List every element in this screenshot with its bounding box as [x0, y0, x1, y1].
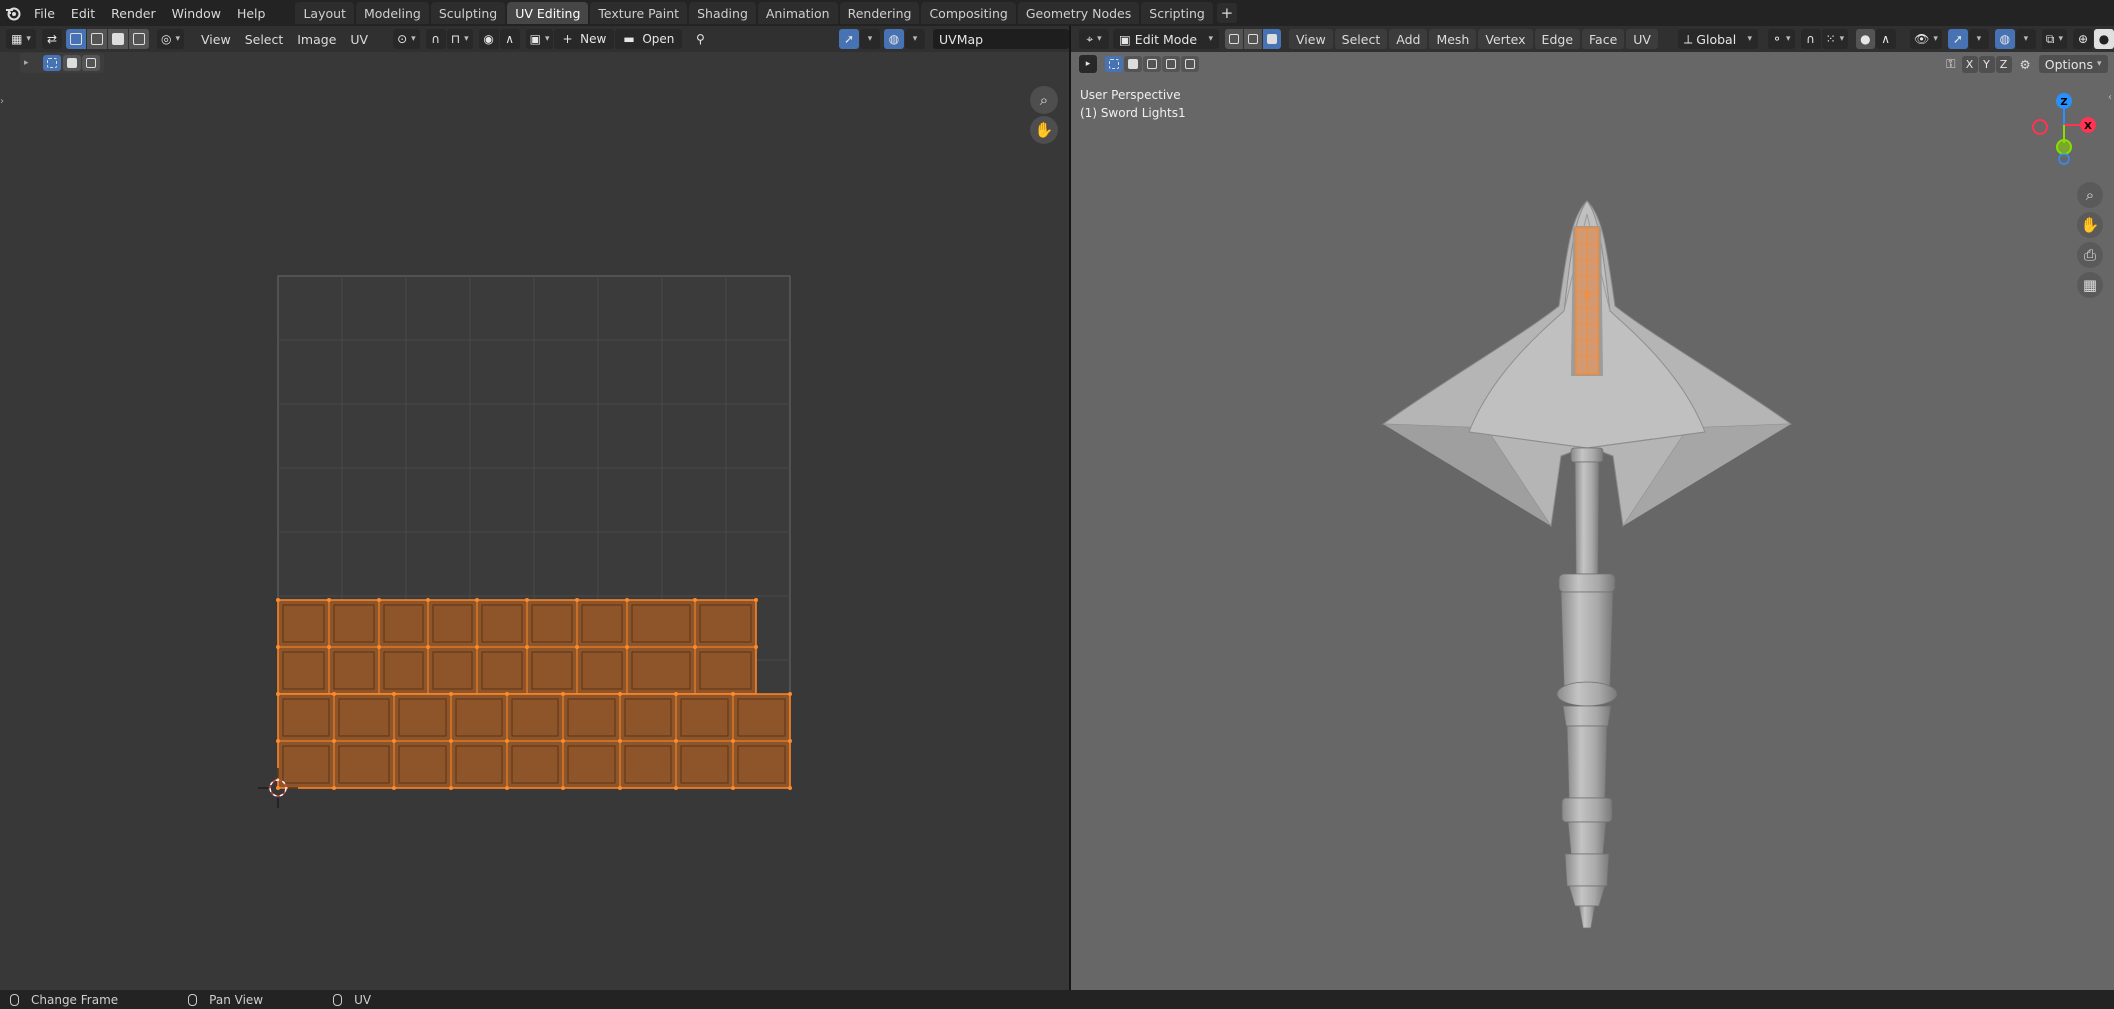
options-dropdown[interactable]: Options ▾: [2038, 55, 2108, 73]
uv-canvas[interactable]: [0, 26, 1069, 990]
viewport-menu-view[interactable]: View: [1289, 29, 1333, 49]
perspective-label: User Perspective: [1080, 88, 1181, 102]
gizmo-neg-z-icon[interactable]: [2058, 153, 2070, 165]
sidebar-toggle-icon[interactable]: ‹: [2108, 92, 2112, 103]
gizmo-neg-x-icon[interactable]: [2032, 119, 2048, 135]
uv-editor: ▦ ▾ ⇄ ◎ ▾ View Select Image UV ⊙ ▾ ∩ ⊓ ▾ ◉ ∧…: [0, 26, 1069, 990]
menu-render[interactable]: Render: [103, 2, 164, 24]
viewport-tool-options: ▸: [1079, 54, 1199, 74]
viewport-select-intersect-icon[interactable]: [1181, 56, 1199, 72]
viewport-hand-icon[interactable]: ✋: [2077, 212, 2103, 238]
tab-animation[interactable]: Animation: [757, 2, 838, 24]
transform-orientation-dropdown[interactable]: ⟂ Global ▾: [1677, 29, 1758, 49]
viewport-menu-mesh[interactable]: Mesh: [1429, 29, 1477, 49]
mirror-x-toggle[interactable]: X: [1961, 55, 1978, 73]
top-bar: File Edit Render Window Help Layout Mode…: [0, 0, 2114, 26]
orientation-label: Global: [1696, 31, 1737, 47]
viewport-select-invert-icon[interactable]: [1162, 56, 1180, 72]
menu-help[interactable]: Help: [229, 2, 274, 24]
status-item-uv: UV: [323, 993, 371, 1007]
snap-increment-icon[interactable]: ⁙ ▾: [1821, 29, 1849, 49]
viewport-gizmo-dropdown-icon[interactable]: ▾: [1968, 29, 1989, 49]
status-label-pan-view: Pan View: [209, 992, 264, 1007]
viewport-expand-icon[interactable]: ▸: [1079, 55, 1097, 73]
status-label-change-frame: Change Frame: [31, 992, 119, 1007]
object-label: (1) Sword Lights1: [1080, 106, 1186, 120]
xray-icon[interactable]: ⧉ ▾: [2041, 29, 2067, 49]
status-label-uv: UV: [354, 992, 372, 1007]
mouse-right-icon: [333, 993, 343, 1006]
gizmo-z-label: Z: [2060, 97, 2067, 108]
gizmo-x-label: X: [2084, 121, 2092, 132]
mode-dropdown[interactable]: ▣ Edit Mode ▾: [1113, 29, 1219, 49]
visibility-icon[interactable]: 👁 ▾: [1910, 29, 1942, 49]
mirror-z-toggle[interactable]: Z: [1995, 55, 2012, 73]
mouse-middle-icon: [188, 993, 198, 1006]
mouse-left-icon: [10, 993, 19, 1006]
viewport-header: ⌖ ▾ ▣ Edit Mode ▾ View Select Add Mesh Ver…: [1071, 26, 2114, 52]
tab-texture-paint[interactable]: Texture Paint: [590, 2, 688, 24]
tab-uv-editing[interactable]: UV Editing: [507, 2, 589, 24]
viewport-snap-icon[interactable]: ∩: [1800, 29, 1821, 49]
tab-shading[interactable]: Shading: [689, 2, 756, 24]
sword-handle: [1556, 447, 1618, 929]
tab-rendering[interactable]: Rendering: [839, 2, 920, 24]
menu-edit[interactable]: Edit: [63, 2, 103, 24]
blade-light-selected[interactable]: [1575, 227, 1599, 375]
viewport-falloff-icon[interactable]: ∧: [1875, 29, 1896, 49]
status-item-pan-view: Pan View: [178, 993, 263, 1007]
mirror-axes: ⚿ X Y Z ⚙ Options ▾: [1946, 55, 2108, 73]
tab-sculpting[interactable]: Sculpting: [430, 2, 506, 24]
mirror-y-toggle[interactable]: Y: [1978, 55, 1995, 73]
edge-mode-icon[interactable]: [1244, 29, 1262, 49]
viewport-select-subtract-icon[interactable]: [1143, 56, 1161, 72]
mesh-select-mode-group: [1225, 29, 1281, 49]
viewport-editor-type-icon[interactable]: ⌖ ▾: [1079, 29, 1109, 49]
3d-viewport: ⌖ ▾ ▣ Edit Mode ▾ View Select Add Mesh Ver…: [1071, 26, 2114, 990]
options-label: Options: [2044, 56, 2093, 72]
viewport-menu-vertex[interactable]: Vertex: [1478, 29, 1533, 49]
navigation-gizmo[interactable]: Z X: [2022, 87, 2114, 187]
status-item-change-frame: Change Frame: [0, 993, 118, 1007]
wireframe-shading-icon[interactable]: ⊕: [2073, 29, 2093, 49]
uv-island-bottom[interactable]: [277, 693, 791, 789]
viewport-overlay-icon[interactable]: ◍: [1994, 29, 2015, 49]
tab-scripting[interactable]: Scripting: [1141, 2, 1213, 24]
add-workspace-button[interactable]: +: [1216, 3, 1237, 23]
area-divider[interactable]: [1069, 26, 1071, 990]
pivot-point-icon[interactable]: ⚬ ▾: [1767, 29, 1795, 49]
face-mode-icon[interactable]: [1263, 29, 1281, 49]
viewport-select-box-icon[interactable]: [1105, 56, 1123, 72]
workspace-tabs: Layout Modeling Sculpting UV Editing Tex…: [295, 0, 1237, 26]
tab-compositing[interactable]: Compositing: [921, 2, 1016, 24]
status-bar: Change Frame Pan View UV: [0, 990, 2114, 1009]
viewport-menu-select[interactable]: Select: [1334, 29, 1388, 49]
tab-layout[interactable]: Layout: [295, 2, 354, 24]
menu-window[interactable]: Window: [164, 2, 229, 24]
viewport-gizmo-icon[interactable]: ➚: [1947, 29, 1968, 49]
grid-view-icon[interactable]: ▦: [2077, 272, 2103, 298]
viewport-overlay-dropdown-icon[interactable]: ▾: [2015, 29, 2036, 49]
tab-geometry-nodes[interactable]: Geometry Nodes: [1017, 2, 1140, 24]
uv-island-top[interactable]: [277, 599, 757, 695]
menu-file[interactable]: File: [26, 2, 63, 24]
vertex-mode-icon[interactable]: [1225, 29, 1243, 49]
solid-shading-icon[interactable]: ●: [2094, 29, 2114, 49]
mesh-options-icon[interactable]: ⚙: [2020, 57, 2031, 72]
viewport-menu-uv[interactable]: UV: [1626, 29, 1658, 49]
blender-logo-icon[interactable]: [0, 0, 26, 26]
viewport-menu-edge[interactable]: Edge: [1534, 29, 1581, 49]
sword-model[interactable]: [1371, 166, 1811, 946]
mode-label: Edit Mode: [1134, 31, 1198, 47]
tab-modeling[interactable]: Modeling: [355, 2, 429, 24]
viewport-zoom-icon[interactable]: ⌕: [2077, 182, 2103, 208]
mirror-icon: ⚿: [1946, 56, 1956, 71]
viewport-proportional-icon[interactable]: ●: [1856, 29, 1875, 49]
viewport-menu-add[interactable]: Add: [1389, 29, 1428, 49]
viewport-menu-face[interactable]: Face: [1582, 29, 1625, 49]
gizmo-y-icon[interactable]: [2056, 139, 2072, 155]
camera-icon[interactable]: ⎙: [2077, 242, 2103, 268]
viewport-select-extend-icon[interactable]: [1124, 56, 1142, 72]
